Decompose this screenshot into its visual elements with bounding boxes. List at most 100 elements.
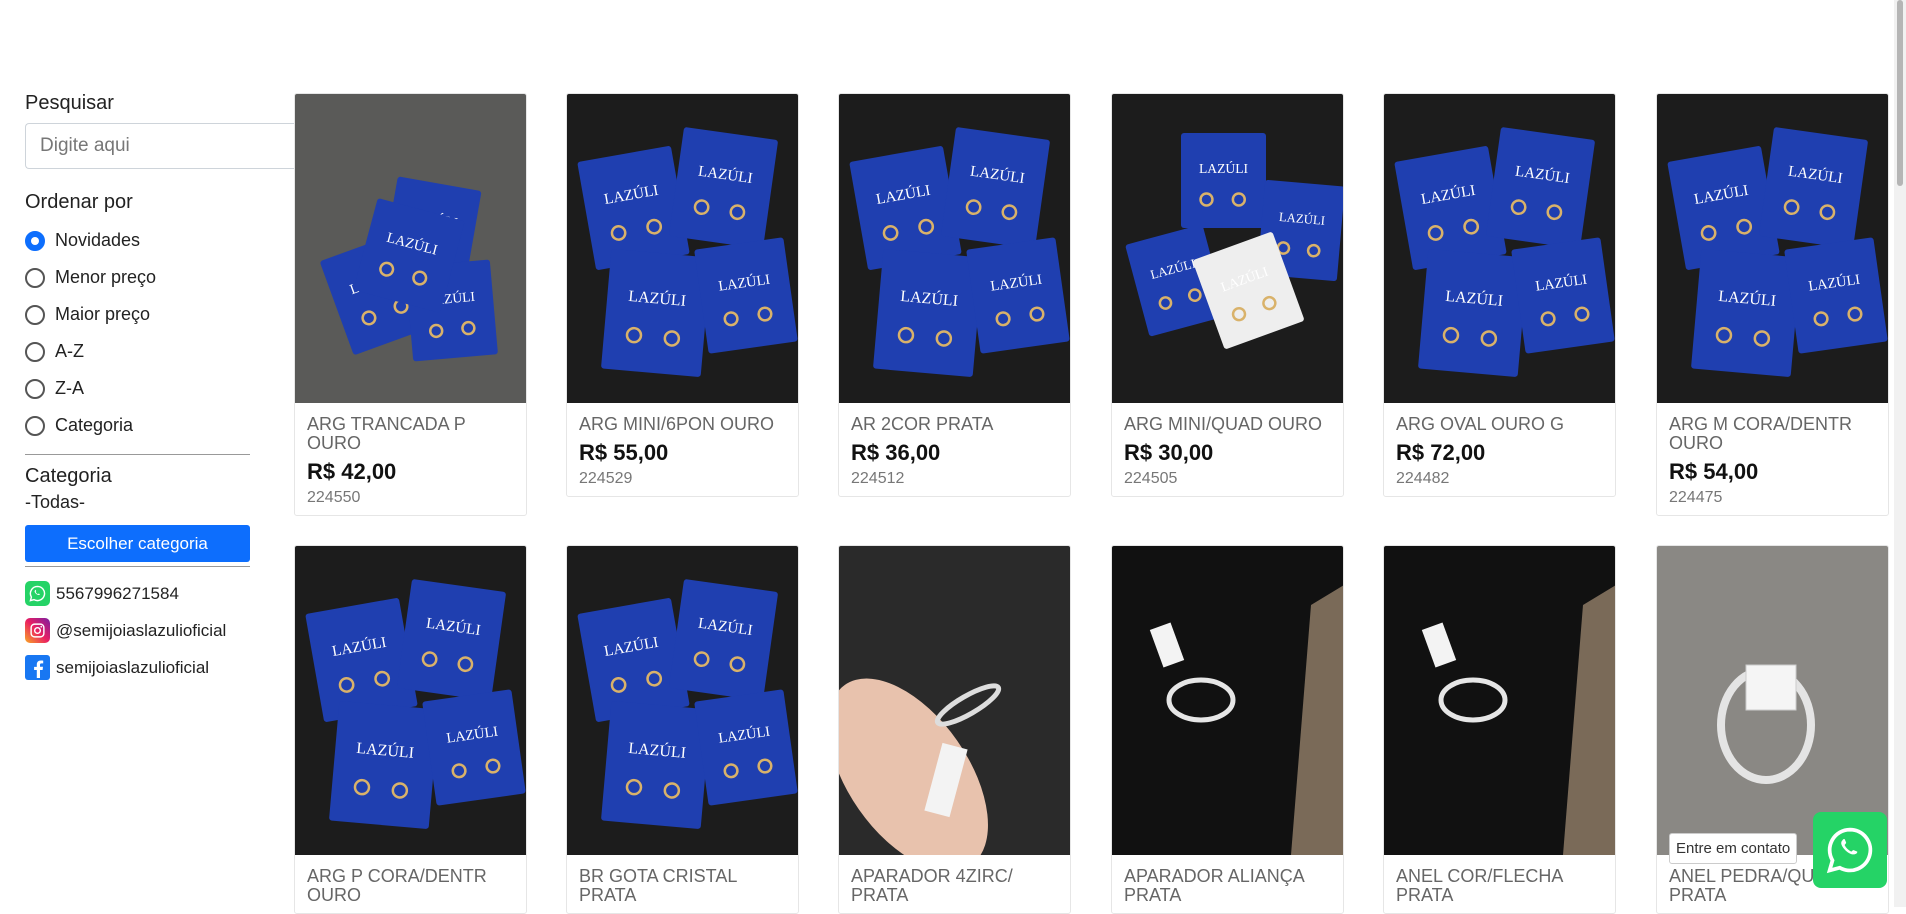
- sidebar: Pesquisar Ordenar por Novidades Menor pre…: [25, 92, 333, 686]
- product-code: 224475: [1669, 489, 1723, 506]
- product-image[interactable]: LAZÚLILAZÚLILAZÚLILAZÚLI: [838, 93, 1071, 403]
- sort-option-label: Z-A: [55, 378, 84, 398]
- radio-button[interactable]: [25, 267, 45, 288]
- product-card[interactable]: LAZÚLI LAZÚLI LAZÚLI LAZÚLI AR 2COR PRATA R$ …: [838, 93, 1071, 497]
- product-info: ARG MINI/QUAD OURO R$ 30,00 224505: [1112, 403, 1343, 496]
- product-code: 224529: [579, 470, 633, 487]
- radio-button[interactable]: [25, 230, 45, 251]
- product-image[interactable]: [1111, 545, 1344, 855]
- product-card[interactable]: LAZÚLI LAZÚLI LAZÚLI LAZÚLI ARG MINI/6PON OU…: [566, 93, 799, 497]
- product-name[interactable]: BR GOTA CRISTAL PRATA: [579, 867, 786, 905]
- page-scrollbar[interactable]: [1894, 0, 1906, 907]
- sort-option-0[interactable]: Novidades: [25, 222, 250, 259]
- product-card[interactable]: APARADOR 4ZIRC/ PRATA: [838, 545, 1071, 914]
- product-card[interactable]: APARADOR ALIANÇA PRATA: [1111, 545, 1344, 914]
- product-card[interactable]: LAZÚLI LAZÚLI LAZÚLI LAZÚLI ARG OVAL OURO G R…: [1383, 93, 1616, 497]
- contact-tooltip: Entre em contato: [1669, 833, 1798, 864]
- product-price: R$ 30,00: [1124, 440, 1214, 465]
- product-info: ARG OVAL OURO G R$ 72,00 224482: [1384, 403, 1615, 496]
- divider: [25, 566, 250, 567]
- whatsapp-icon: [1826, 827, 1873, 874]
- search-title: Pesquisar: [25, 92, 114, 114]
- product-image[interactable]: LAZÚLILAZÚLILAZÚLILAZÚLI: [1656, 93, 1889, 403]
- sort-option-5[interactable]: Categoria: [25, 407, 250, 444]
- sort-option-3[interactable]: A-Z: [25, 333, 250, 370]
- product-code: 224505: [1124, 470, 1178, 487]
- product-price: R$ 42,00: [307, 459, 397, 484]
- category-title: Categoria: [25, 465, 112, 487]
- instagram-icon: [25, 618, 50, 643]
- product-info: ARG TRANCADA P OURO R$ 42,00 224550: [295, 403, 526, 515]
- product-image[interactable]: LAZÚLILAZÚLILAZÚLILAZÚLI: [294, 545, 527, 855]
- product-info: ANEL COR/FLECHA PRATA: [1384, 855, 1615, 913]
- sort-title: Ordenar por: [25, 191, 133, 213]
- product-info: APARADOR ALIANÇA PRATA: [1112, 855, 1343, 913]
- product-name[interactable]: ARG TRANCADA P OURO: [307, 415, 514, 453]
- sort-option-label: Menor preço: [55, 267, 157, 287]
- whatsapp-float-button[interactable]: [1813, 812, 1887, 888]
- product-image[interactable]: [1383, 545, 1616, 855]
- search-input[interactable]: [25, 123, 299, 169]
- sort-option-1[interactable]: Menor preço: [25, 259, 250, 296]
- divider: [25, 454, 250, 455]
- sort-option-label: A-Z: [55, 341, 84, 361]
- radio-button[interactable]: [25, 341, 45, 362]
- sort-options: Novidades Menor preço Maior preço A-Z Z-A Cat…: [25, 222, 250, 444]
- sort-option-label: Maior preço: [55, 304, 151, 324]
- product-price: R$ 72,00: [1396, 440, 1486, 465]
- whatsapp-contact[interactable]: 5567996271584: [25, 575, 250, 612]
- whatsapp-icon: [25, 581, 50, 606]
- product-image[interactable]: LAZÚLILAZÚLILAZÚLILAZÚLI: [1111, 93, 1344, 403]
- product-card[interactable]: LAZÚLI LAZÚLI LAZÚLI LAZÚLI ARG MINI/QUAD OU…: [1111, 93, 1344, 497]
- product-name[interactable]: ARG M CORA/DENTR OURO: [1669, 415, 1876, 453]
- svg-text:LAZÚLI: LAZÚLI: [1199, 160, 1249, 176]
- product-name[interactable]: APARADOR 4ZIRC/ PRATA: [851, 867, 1058, 905]
- product-name[interactable]: APARADOR ALIANÇA PRATA: [1124, 867, 1331, 905]
- radio-button[interactable]: [25, 415, 45, 436]
- product-info: ARG P CORA/DENTR OURO: [295, 855, 526, 913]
- instagram-handle: @semijoiaslazulioficial: [56, 620, 227, 640]
- whatsapp-number: 5567996271584: [56, 583, 179, 603]
- product-name[interactable]: ARG MINI/6PON OURO: [579, 415, 786, 434]
- product-price: R$ 36,00: [851, 440, 941, 465]
- product-info: ARG MINI/6PON OURO R$ 55,00 224529: [567, 403, 798, 496]
- sort-option-4[interactable]: Z-A: [25, 370, 250, 407]
- product-image[interactable]: [1656, 545, 1889, 855]
- product-card[interactable]: LAZÚLI LAZÚLI LAZÚLI LAZÚLI ARG P CORA/DENTR…: [294, 545, 527, 914]
- scrollbar-thumb[interactable]: [1897, 0, 1903, 186]
- product-name[interactable]: AR 2COR PRATA: [851, 415, 1058, 434]
- facebook-icon: [25, 655, 50, 680]
- facebook-contact[interactable]: semijoiaslazulioficial: [25, 649, 250, 686]
- product-name[interactable]: ARG MINI/QUAD OURO: [1124, 415, 1331, 434]
- product-info: BR GOTA CRISTAL PRATA: [567, 855, 798, 913]
- product-image[interactable]: LAZÚLILAZÚLILAZÚLILAZÚLI: [566, 93, 799, 403]
- product-card[interactable]: LAZÚLI LAZÚLI LAZÚLI LAZÚLI BR GOTA CRISTAL …: [566, 545, 799, 914]
- product-card[interactable]: ANEL COR/FLECHA PRATA: [1383, 545, 1616, 914]
- product-image[interactable]: LAZÚLILAZÚLILAZÚLILAZÚLI: [566, 545, 799, 855]
- sort-option-label: Novidades: [55, 230, 141, 250]
- product-image[interactable]: [838, 545, 1071, 855]
- sort-option-label: Categoria: [55, 415, 134, 435]
- category-value: -Todas-: [25, 492, 86, 512]
- product-info: ARG M CORA/DENTR OURO R$ 54,00 224475: [1657, 403, 1888, 515]
- product-name[interactable]: ARG P CORA/DENTR OURO: [307, 867, 514, 905]
- product-code: 224550: [307, 489, 361, 506]
- product-price: R$ 55,00: [579, 440, 669, 465]
- sort-option-2[interactable]: Maior preço: [25, 296, 250, 333]
- product-image[interactable]: LAZÚLILAZÚLILAZÚLILAZÚLI: [1383, 93, 1616, 403]
- instagram-contact[interactable]: @semijoiaslazulioficial: [25, 612, 250, 649]
- search-bar: [25, 123, 333, 169]
- facebook-handle: semijoiaslazulioficial: [56, 657, 210, 677]
- radio-button[interactable]: [25, 378, 45, 399]
- product-code: 224512: [851, 470, 905, 487]
- product-card[interactable]: LAZÚLI LAZÚLI LAZÚLI LAZÚLI ARG M CORA/DENTR…: [1656, 93, 1889, 516]
- product-code: 224482: [1396, 470, 1450, 487]
- product-name[interactable]: ANEL COR/FLECHA PRATA: [1396, 867, 1603, 905]
- product-info: AR 2COR PRATA R$ 36,00 224512: [839, 403, 1070, 496]
- product-image[interactable]: LAZÚLILAZÚLILAZÚLILAZÚLI: [294, 93, 527, 403]
- product-card[interactable]: LAZÚLILAZÚLILAZÚLILAZÚLIARG TRANCADA P O…: [294, 93, 527, 516]
- radio-button[interactable]: [25, 304, 45, 325]
- choose-category-button[interactable]: Escolher categoria: [25, 525, 250, 562]
- product-name[interactable]: ARG OVAL OURO G: [1396, 415, 1603, 434]
- product-price: R$ 54,00: [1669, 459, 1759, 484]
